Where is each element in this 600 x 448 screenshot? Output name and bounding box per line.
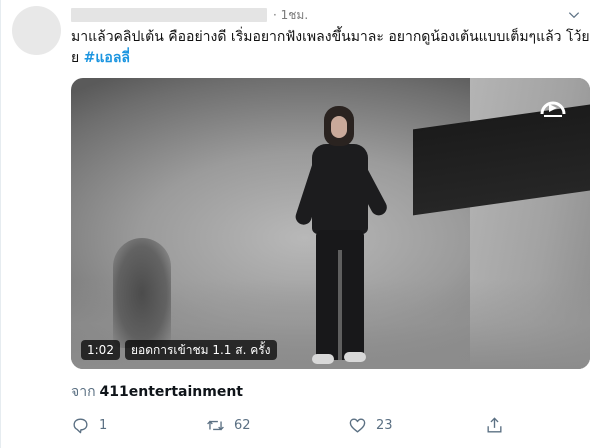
source-attribution: จาก 411entertainment <box>71 381 243 403</box>
tweet-timestamp[interactable]: · 1ชม. <box>273 6 308 25</box>
tweet-header: · 1ชม. <box>71 6 591 24</box>
video-duration: 1:02 <box>81 340 120 360</box>
view-count: ยอดการเข้าชม 1.1 ส. ครั้ง <box>124 340 277 360</box>
source-account-link[interactable]: 411entertainment <box>100 384 243 400</box>
retweet-icon <box>207 420 224 430</box>
video-badges: 1:02 ยอดการเข้าชม 1.1 ส. ครั้ง <box>81 340 277 360</box>
retweet-button[interactable]: 62 <box>206 412 251 438</box>
avatar[interactable] <box>12 6 61 55</box>
heart-icon <box>349 417 366 433</box>
cast-shadow <box>113 238 171 348</box>
tweet-card: · 1ชม. มาแล้วคลิปเต้น คืออย่างดี เริ่มอย… <box>0 0 600 448</box>
like-button[interactable]: 23 <box>348 412 393 438</box>
reply-button[interactable]: 1 <box>71 412 107 438</box>
tweet-text: มาแล้วคลิปเต้น คืออย่างดี เริ่มอยากฟังเพ… <box>71 27 593 69</box>
like-count: 23 <box>376 417 393 433</box>
hashtag-link[interactable]: #แอลลี่ <box>84 50 130 66</box>
dancer-figure <box>293 100 390 369</box>
reply-icon <box>73 417 88 433</box>
share-button[interactable] <box>485 412 504 438</box>
tweet-body: มาแล้วคลิปเต้น คืออย่างดี เริ่มอยากฟังเพ… <box>71 29 590 66</box>
tweet-actions: 1 62 23 <box>71 412 591 438</box>
redacted-author-name <box>71 8 267 22</box>
chevron-down-icon[interactable] <box>567 8 581 22</box>
video-player[interactable]: 1:02 ยอดการเข้าชม 1.1 ส. ครั้ง <box>71 78 590 369</box>
share-icon <box>487 416 502 433</box>
brand-logo-icon <box>540 101 566 117</box>
source-prefix: จาก <box>71 384 96 400</box>
reply-count: 1 <box>99 417 108 433</box>
retweet-count: 62 <box>234 417 251 433</box>
